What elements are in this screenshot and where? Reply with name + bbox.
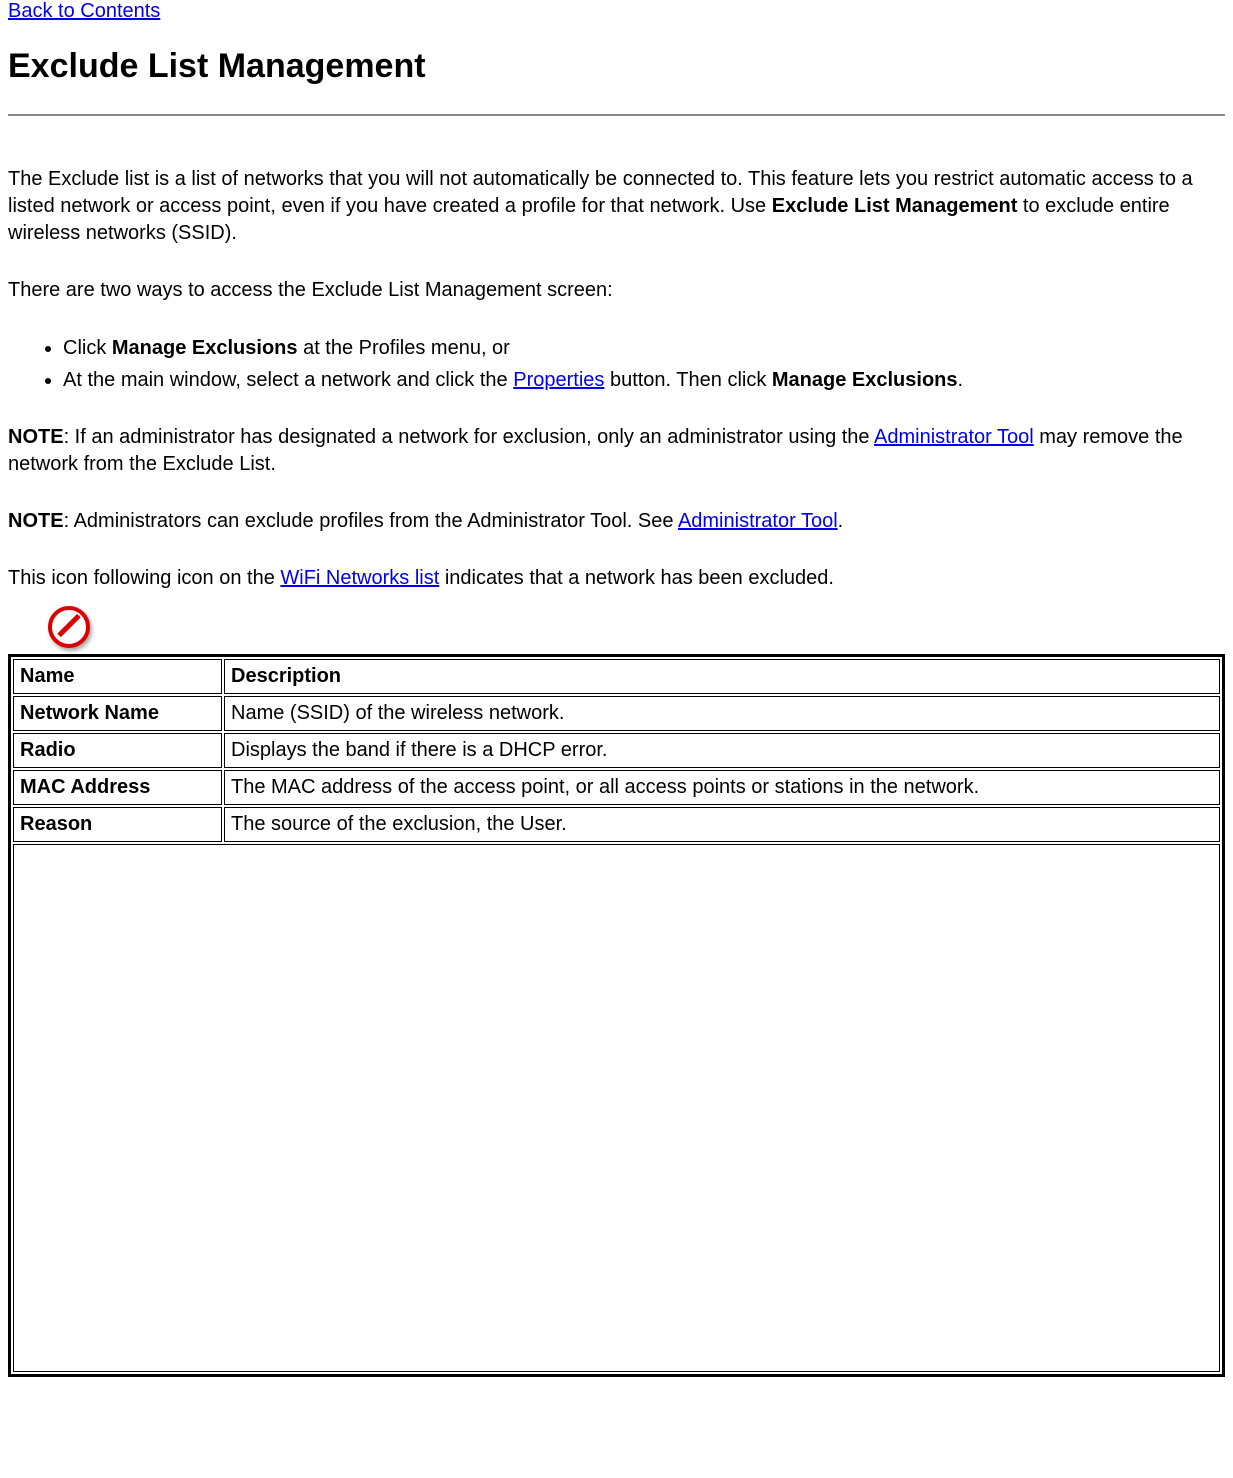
icon-paragraph: This icon following icon on the WiFi Net… <box>8 565 1225 592</box>
note-label: NOTE <box>8 510 64 532</box>
text: This icon following icon on the <box>8 567 280 589</box>
access-intro: There are two ways to access the Exclude… <box>8 277 1225 304</box>
row-name: Reason <box>13 807 222 842</box>
back-link[interactable]: Back to Contents <box>8 0 160 22</box>
row-desc: Name (SSID) of the wireless network. <box>224 696 1220 731</box>
empty-cell <box>13 844 1220 1372</box>
page-title: Exclude List Management <box>8 47 1225 86</box>
row-desc: Displays the band if there is a DHCP err… <box>224 733 1220 768</box>
excluded-icon <box>48 606 90 648</box>
text: indicates that a network has been exclud… <box>439 567 834 589</box>
text: button. Then click <box>604 369 772 391</box>
row-name: MAC Address <box>13 770 222 805</box>
note-paragraph: NOTE: If an administrator has designated… <box>8 424 1225 478</box>
row-desc: The MAC address of the access point, or … <box>224 770 1220 805</box>
table-empty-row <box>13 844 1220 1372</box>
admin-tool-link[interactable]: Administrator Tool <box>678 510 838 532</box>
bold-text: Exclude List Management <box>772 195 1018 217</box>
table-row: Radio Displays the band if there is a DH… <box>13 733 1220 768</box>
table-row: Network Name Name (SSID) of the wireless… <box>13 696 1220 731</box>
text: Click <box>63 337 112 359</box>
col-desc-header: Description <box>224 659 1220 694</box>
admin-tool-link[interactable]: Administrator Tool <box>874 426 1034 448</box>
note-label: NOTE <box>8 426 64 448</box>
table-row: Reason The source of the exclusion, the … <box>13 807 1220 842</box>
col-name-header: Name <box>13 659 222 694</box>
bold-text: Manage Exclusions <box>772 369 958 391</box>
intro-paragraph: The Exclude list is a list of networks t… <box>8 166 1225 247</box>
table-header-row: Name Description <box>13 659 1220 694</box>
text: . <box>958 369 964 391</box>
row-name: Radio <box>13 733 222 768</box>
divider <box>8 114 1225 116</box>
text: At the main window, select a network and… <box>63 369 513 391</box>
row-desc: The source of the exclusion, the User. <box>224 807 1220 842</box>
access-list: Click Manage Exclusions at the Profiles … <box>8 334 1225 394</box>
description-table: Name Description Network Name Name (SSID… <box>8 654 1225 1377</box>
list-item: Click Manage Exclusions at the Profiles … <box>63 334 1225 362</box>
wifi-list-link[interactable]: WiFi Networks list <box>280 567 439 589</box>
text: : If an administrator has designated a n… <box>64 426 874 448</box>
note-paragraph: NOTE: Administrators can exclude profile… <box>8 508 1225 535</box>
list-item: At the main window, select a network and… <box>63 366 1225 394</box>
text: . <box>838 510 844 532</box>
table-row: MAC Address The MAC address of the acces… <box>13 770 1220 805</box>
row-name: Network Name <box>13 696 222 731</box>
text: : Administrators can exclude profiles fr… <box>64 510 678 532</box>
bold-text: Manage Exclusions <box>112 337 298 359</box>
excluded-icon-wrap <box>8 598 1225 654</box>
text: at the Profiles menu, or <box>298 337 510 359</box>
properties-link[interactable]: Properties <box>513 369 604 391</box>
